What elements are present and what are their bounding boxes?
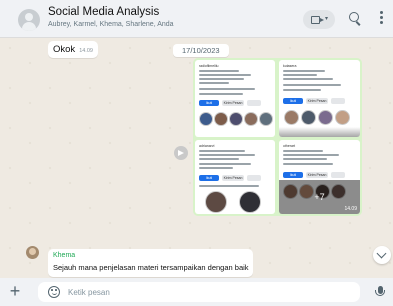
scroll-to-bottom-button[interactable] <box>373 246 391 264</box>
album-image[interactable]: kutasera Ikuti Kirim Pesan <box>279 60 360 137</box>
profile-handle: radioflimelilu <box>199 64 219 68</box>
image-album[interactable]: radioflimelilu Ikuti Kirim Pesan kutaser… <box>193 58 362 216</box>
album-time: 14.09 <box>344 206 357 212</box>
message-button: Kirim Pesan <box>222 100 244 106</box>
chat-header[interactable]: Social Media Analysis Aubrey, Karmel, Kh… <box>0 0 393 38</box>
message-composer: + <box>0 278 393 306</box>
follow-button: Ikuti <box>199 100 219 106</box>
message-button: Kirim Pesan <box>306 172 328 178</box>
follow-button: Ikuti <box>283 172 303 178</box>
message-text: Okok <box>53 44 76 55</box>
message-bubble[interactable]: Okok 14.09 <box>48 41 98 58</box>
menu-dot <box>379 11 383 14</box>
menu-dot <box>379 21 383 24</box>
search-button[interactable] <box>346 10 364 28</box>
group-title[interactable]: Social Media Analysis <box>48 6 159 18</box>
video-call-button[interactable]: ▾ <box>303 10 335 29</box>
sender-name[interactable]: Khema <box>53 252 75 259</box>
group-participants[interactable]: Aubrey, Karmel, Khema, Sharlene, Anda <box>48 21 174 28</box>
message-input[interactable] <box>68 282 348 302</box>
message-list[interactable]: Okok 14.09 17/10/2023 radioflimelilu Iku… <box>0 38 393 278</box>
follow-button: Ikuti <box>199 175 219 181</box>
profile-handle: otherart <box>283 144 296 148</box>
message-bubble[interactable]: Khema Sejauh mana penjelasan materi ters… <box>48 249 253 277</box>
profile-handle: kutasera <box>283 64 297 68</box>
menu-button[interactable] <box>378 11 384 27</box>
sender-avatar[interactable] <box>26 246 39 259</box>
emoji-icon[interactable] <box>48 286 60 298</box>
follow-button: Ikuti <box>283 98 303 104</box>
search-icon <box>349 12 359 22</box>
video-camera-icon <box>311 16 324 24</box>
microphone-icon[interactable] <box>375 286 385 300</box>
forward-icon[interactable] <box>174 146 188 160</box>
group-avatar[interactable] <box>18 9 40 31</box>
album-image[interactable]: radioflimelilu Ikuti Kirim Pesan <box>195 60 275 137</box>
date-separator: 17/10/2023 <box>173 44 229 57</box>
message-text: Sejauh mana penjelasan materi tersampaik… <box>53 263 249 272</box>
message-button: Kirim Pesan <box>222 175 244 181</box>
album-image[interactable]: otherart Ikuti Kirim Pesan +7 14.09 <box>279 140 360 214</box>
profile-handle: adrianarvi <box>199 144 215 148</box>
menu-dot <box>379 16 383 19</box>
message-button: Kirim Pesan <box>306 98 328 104</box>
attach-button[interactable]: + <box>6 282 24 301</box>
chevron-down-icon: ▾ <box>325 16 329 22</box>
album-image[interactable]: adrianarvi Ikuti Kirim Pesan <box>195 140 275 214</box>
message-input-box[interactable] <box>38 282 360 302</box>
message-time: 14.09 <box>79 48 93 54</box>
